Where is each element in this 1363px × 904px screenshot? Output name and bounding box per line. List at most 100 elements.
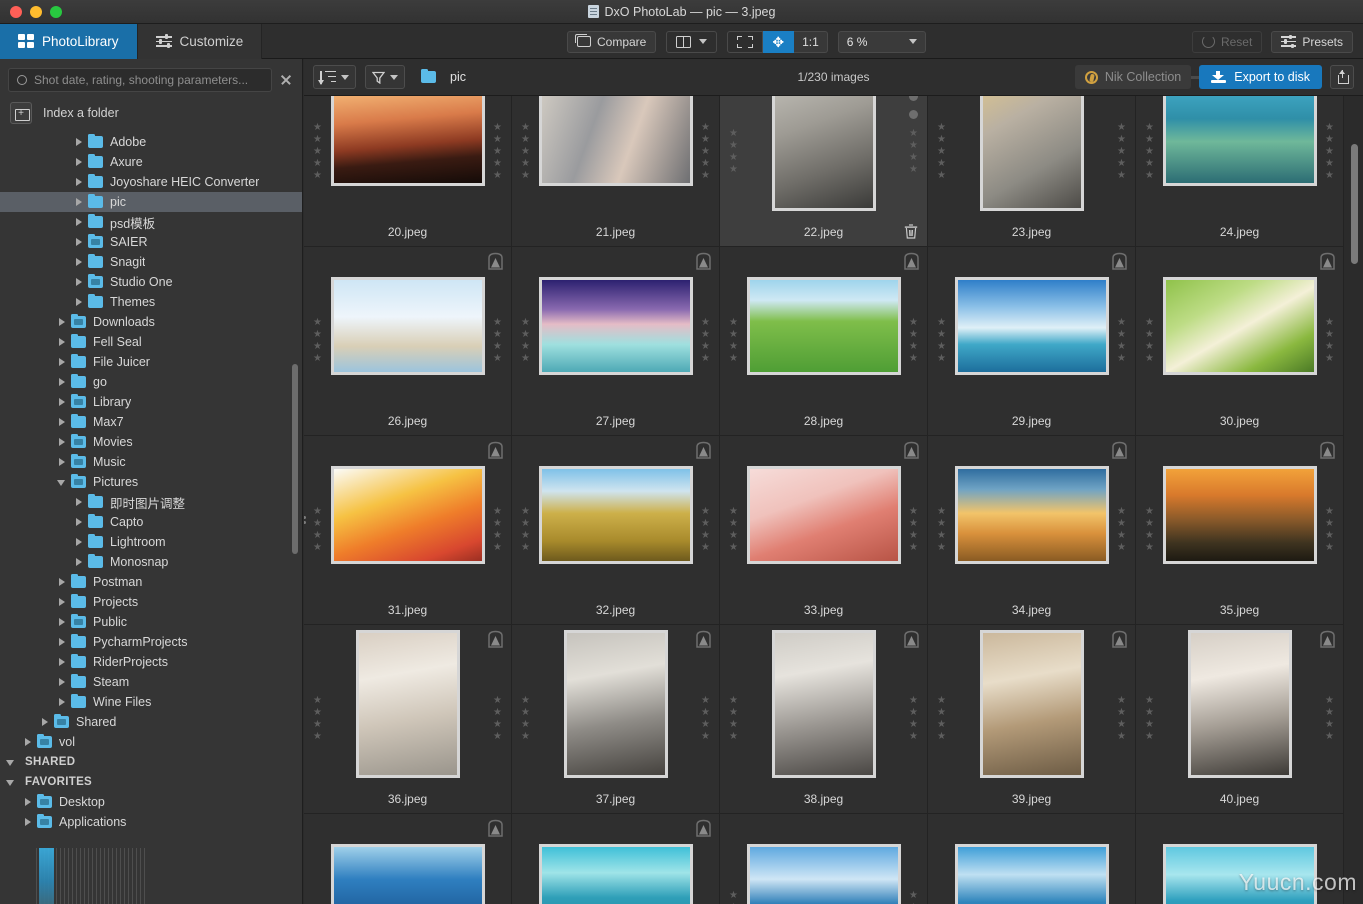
rating-stars[interactable]: ★ ★ ★ ★	[1145, 507, 1154, 553]
star-icon[interactable]: ★	[313, 696, 322, 706]
tab-customize[interactable]: Customize	[137, 23, 263, 59]
star-icon[interactable]: ★	[937, 543, 946, 553]
chevron-right-icon[interactable]	[57, 417, 68, 428]
optical-module-icon[interactable]	[1319, 252, 1336, 271]
rating-stars[interactable]: ★ ★ ★ ★	[909, 129, 918, 175]
star-icon[interactable]: ★	[313, 531, 322, 541]
star-icon[interactable]: ★	[729, 543, 738, 553]
chevron-right-icon[interactable]	[23, 797, 34, 808]
star-icon[interactable]: ★	[1117, 696, 1126, 706]
thumbnail-cell[interactable]: ★ ★ ★ ★ ★ ★ ★ ★ 22.jpeg	[720, 96, 928, 247]
star-icon[interactable]: ★	[1117, 342, 1126, 352]
star-icon[interactable]: ★	[313, 354, 322, 364]
tree-item-joyoshare-heic-converter[interactable]: Joyoshare HEIC Converter	[0, 172, 302, 192]
tree-item-即时图片调整[interactable]: 即时图片调整	[0, 492, 302, 512]
star-icon[interactable]: ★	[1117, 732, 1126, 742]
star-icon[interactable]: ★	[313, 507, 322, 517]
thumbnail-image[interactable]	[330, 844, 485, 904]
tree-item-postman[interactable]: Postman	[0, 572, 302, 592]
sidebar-scrollbar[interactable]	[292, 364, 298, 554]
chevron-right-icon[interactable]	[74, 197, 85, 208]
rating-stars[interactable]: ★ ★ ★ ★	[313, 507, 322, 553]
star-icon[interactable]: ★	[1117, 519, 1126, 529]
rating-stars[interactable]: ★ ★ ★ ★ ★	[1145, 123, 1154, 181]
chevron-right-icon[interactable]	[57, 457, 68, 468]
star-icon[interactable]: ★	[937, 354, 946, 364]
maximize-window-button[interactable]	[50, 5, 62, 18]
star-icon[interactable]: ★	[1145, 330, 1154, 340]
thumbnail-cell[interactable]: ★ ★ ★ ★ ★ ★ ★ ★ ★ ★ 21.jpeg	[512, 96, 720, 247]
star-icon[interactable]: ★	[1117, 318, 1126, 328]
chevron-right-icon[interactable]	[57, 377, 68, 388]
star-icon[interactable]: ★	[937, 147, 946, 157]
optical-module-icon[interactable]	[903, 441, 920, 460]
rating-stars[interactable]: ★ ★ ★ ★	[493, 318, 502, 364]
star-icon[interactable]: ★	[493, 720, 502, 730]
compare-button[interactable]: Compare	[567, 30, 657, 53]
thumbnail-image[interactable]	[954, 844, 1109, 904]
chevron-right-icon[interactable]	[57, 597, 68, 608]
thumbnail-cell[interactable]: ★ ★ ★ ★ ★ ★ ★ ★ 28.jpeg	[720, 247, 928, 436]
chevron-right-icon[interactable]	[74, 217, 85, 228]
star-icon[interactable]: ★	[521, 696, 530, 706]
star-icon[interactable]: ★	[937, 171, 946, 181]
rating-stars[interactable]: ★ ★ ★ ★	[701, 696, 710, 742]
star-icon[interactable]: ★	[701, 732, 710, 742]
chevron-right-icon[interactable]	[57, 637, 68, 648]
dot-icon[interactable]	[909, 96, 918, 101]
star-icon[interactable]: ★	[493, 135, 502, 145]
star-icon[interactable]: ★	[1325, 531, 1334, 541]
thumbnail-cell[interactable]	[512, 814, 720, 904]
star-icon[interactable]: ★	[937, 342, 946, 352]
thumbnail-image[interactable]	[1162, 96, 1317, 186]
tree-item-snagit[interactable]: Snagit	[0, 252, 302, 272]
star-icon[interactable]: ★	[521, 543, 530, 553]
star-icon[interactable]: ★	[729, 507, 738, 517]
star-icon[interactable]: ★	[701, 543, 710, 553]
rating-stars[interactable]: ★ ★ ★ ★	[729, 318, 738, 364]
star-icon[interactable]: ★	[1145, 708, 1154, 718]
star-icon[interactable]: ★	[1325, 732, 1334, 742]
star-icon[interactable]: ★	[1145, 732, 1154, 742]
rating-stars[interactable]: ★ ★ ★ ★ ★	[313, 123, 322, 181]
optical-module-icon[interactable]	[487, 441, 504, 460]
chevron-right-icon[interactable]	[57, 317, 68, 328]
zoom-ratio-button[interactable]: 1:1	[794, 30, 828, 53]
chevron-right-icon[interactable]	[74, 257, 85, 268]
minimize-window-button[interactable]	[30, 5, 42, 18]
optical-module-icon[interactable]	[903, 630, 920, 649]
star-icon[interactable]: ★	[937, 732, 946, 742]
rating-stars[interactable]: ★ ★ ★ ★	[729, 696, 738, 742]
zoom-level-select[interactable]: 6 %	[837, 30, 926, 53]
sidebar-section-shared[interactable]: SHARED	[0, 752, 302, 772]
chevron-right-icon[interactable]	[74, 517, 85, 528]
star-icon[interactable]: ★	[701, 159, 710, 169]
star-icon[interactable]: ★	[313, 720, 322, 730]
star-icon[interactable]: ★	[313, 318, 322, 328]
chevron-right-icon[interactable]	[57, 397, 68, 408]
star-icon[interactable]: ★	[1145, 135, 1154, 145]
optical-module-icon[interactable]	[695, 819, 712, 838]
tree-item-max7[interactable]: Max7	[0, 412, 302, 432]
star-icon[interactable]: ★	[1117, 531, 1126, 541]
optical-module-icon[interactable]	[1319, 441, 1336, 460]
star-icon[interactable]: ★	[1325, 330, 1334, 340]
star-icon[interactable]: ★	[1117, 543, 1126, 553]
rating-stars[interactable]: ★ ★ ★ ★ ★	[701, 123, 710, 181]
rating-stars[interactable]: ★ ★ ★ ★	[909, 318, 918, 364]
tree-item-downloads[interactable]: Downloads	[0, 312, 302, 332]
star-icon[interactable]: ★	[313, 519, 322, 529]
star-icon[interactable]: ★	[729, 708, 738, 718]
star-icon[interactable]: ★	[521, 354, 530, 364]
star-icon[interactable]: ★	[1145, 696, 1154, 706]
star-icon[interactable]: ★	[1325, 354, 1334, 364]
rating-stars[interactable]: ★ ★ ★ ★	[313, 696, 322, 742]
chevron-right-icon[interactable]	[57, 337, 68, 348]
star-icon[interactable]: ★	[1117, 708, 1126, 718]
optical-module-icon[interactable]	[1319, 630, 1336, 649]
star-icon[interactable]: ★	[729, 354, 738, 364]
chevron-right-icon[interactable]	[74, 537, 85, 548]
chevron-right-icon[interactable]	[57, 577, 68, 588]
thumbnail-cell[interactable]	[304, 814, 512, 904]
star-icon[interactable]: ★	[521, 147, 530, 157]
